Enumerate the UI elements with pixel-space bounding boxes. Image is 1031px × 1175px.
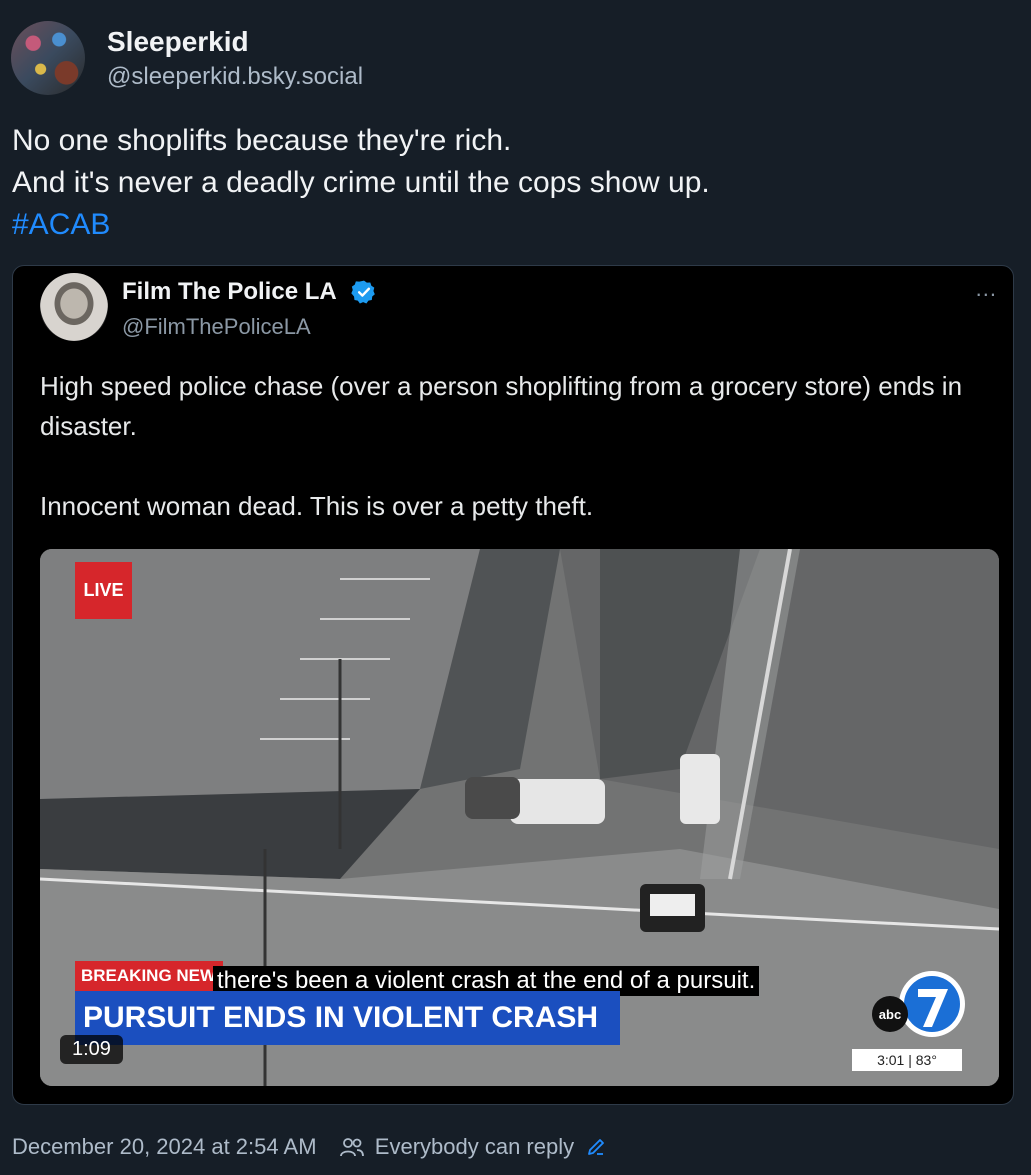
post-footer: December 20, 2024 at 2:54 AM Everybody c… [12,1133,606,1160]
video-duration: 1:09 [60,1035,123,1064]
author-handle[interactable]: @sleeperkid.bsky.social [107,63,363,91]
pencil-icon[interactable] [586,1137,606,1157]
embed-text: High speed police chase (over a person s… [40,366,1000,526]
author-avatar[interactable] [11,21,85,95]
post-text-line: No one shoplifts because they're rich. [12,124,512,157]
video-player[interactable]: LIVE BREAKING NEWS there's been a violen… [40,549,999,1086]
embed-author-avatar[interactable] [40,273,108,341]
post-text-line: And it's never a deadly crime until the … [12,166,710,199]
weather-time-box: 3:01 | 83° [852,1049,962,1071]
live-badge: LIVE [75,562,132,619]
abc7-logo-icon: abc [872,971,965,1037]
news-banner: PURSUIT ENDS IN VIOLENT CRASH [75,991,620,1045]
breaking-news-label: BREAKING NEWS [75,961,223,991]
embed-text-paragraph: Innocent woman dead. This is over a pett… [40,491,594,521]
reply-setting-label[interactable]: Everybody can reply [375,1134,574,1159]
post-date[interactable]: December 20, 2024 at 2:54 AM [12,1134,317,1159]
author-name[interactable]: Sleeperkid [107,26,249,58]
embedded-post[interactable]: Film The Police LA @FilmThePoliceLA ... … [12,265,1014,1105]
hashtag-link[interactable]: #ACAB [12,204,1012,246]
post-text: No one shoplifts because they're rich. A… [12,120,1012,246]
verified-badge-icon [351,280,375,304]
embed-author-handle[interactable]: @FilmThePoliceLA [122,314,311,340]
more-options-icon[interactable]: ... [976,276,997,302]
embed-text-paragraph: High speed police chase (over a person s… [40,371,963,441]
embed-author-name[interactable]: Film The Police LA [122,278,337,306]
svg-text:abc: abc [879,1007,901,1022]
people-icon [339,1138,364,1157]
